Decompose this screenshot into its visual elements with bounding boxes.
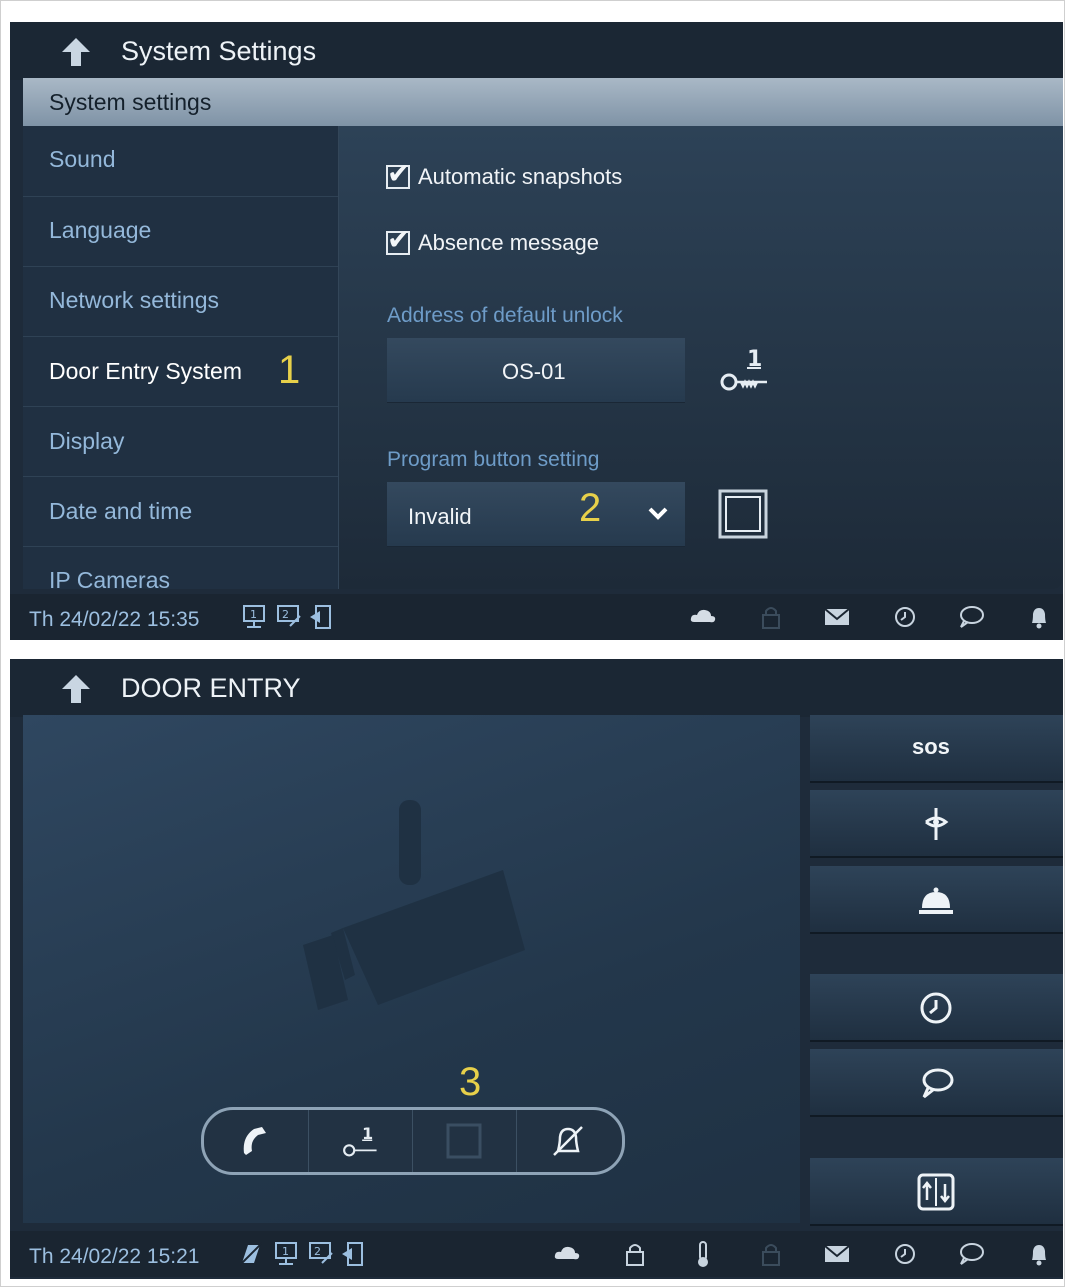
marker-1: 1 bbox=[278, 348, 301, 392]
elevator-icon bbox=[917, 1173, 955, 1211]
title-bar: System Settings bbox=[10, 22, 1063, 80]
menu-item-label: Date and time bbox=[49, 498, 193, 524]
cloud-icon bbox=[554, 1246, 580, 1260]
mute-button[interactable] bbox=[516, 1110, 620, 1172]
menu-item-label: Door Entry System bbox=[49, 358, 242, 384]
status-bar: Th 24/02/22 15:35 1 2 bbox=[10, 594, 1063, 640]
bell-icon[interactable] bbox=[1024, 602, 1054, 632]
menu-item-language[interactable]: Language bbox=[23, 196, 338, 267]
program-button[interactable] bbox=[412, 1110, 517, 1172]
title-bar: DOOR ENTRY bbox=[10, 659, 1063, 717]
menu-item-label: Network settings bbox=[49, 287, 220, 313]
phone-icon bbox=[243, 1127, 266, 1155]
program-button-label: Program button setting bbox=[387, 448, 600, 471]
settings-content: Sound Language Network settings Door Ent… bbox=[23, 126, 1063, 589]
screen-1-icon: 1 bbox=[243, 605, 265, 628]
unlock-button[interactable]: 1 bbox=[308, 1110, 413, 1172]
cloud-icon bbox=[690, 609, 716, 623]
marker-2: 2 bbox=[579, 486, 602, 530]
lock-disabled-icon bbox=[762, 1244, 780, 1266]
default-unlock-field[interactable]: OS-01 bbox=[387, 338, 685, 403]
subheader-label: System settings bbox=[49, 89, 212, 115]
program-button-icon bbox=[446, 1123, 482, 1159]
answer-call-button[interactable] bbox=[204, 1110, 309, 1172]
absence-message-label: Absence message bbox=[418, 230, 599, 255]
mute-icon bbox=[553, 1126, 583, 1156]
chat-icon[interactable] bbox=[956, 1239, 986, 1269]
doorbell-button[interactable] bbox=[810, 866, 1063, 934]
program-button-dropdown[interactable]: Invalid 2 bbox=[387, 482, 685, 547]
system-settings-screen: System Settings System settings Sound La… bbox=[10, 22, 1063, 640]
svg-text:2: 2 bbox=[314, 1245, 321, 1258]
menu-item-date-and-time[interactable]: Date and time bbox=[23, 476, 338, 547]
history-icon[interactable] bbox=[890, 602, 920, 632]
bell-icon[interactable] bbox=[1024, 1239, 1054, 1269]
doorbell-icon bbox=[919, 887, 953, 914]
svg-text:1: 1 bbox=[282, 1245, 289, 1258]
video-area: 3 1 bbox=[23, 715, 800, 1223]
history-icon bbox=[920, 992, 952, 1024]
screen-1-icon: 1 bbox=[275, 1242, 297, 1265]
menu-item-network-settings[interactable]: Network settings bbox=[23, 266, 338, 337]
menu-item-label: Sound bbox=[49, 146, 116, 172]
menu-item-sound[interactable]: Sound bbox=[23, 126, 338, 197]
svg-text:1: 1 bbox=[250, 608, 257, 621]
automatic-snapshots-checkbox[interactable] bbox=[386, 157, 410, 190]
default-unlock-label: Address of default unlock bbox=[387, 304, 623, 327]
screen-2-icon: 2 bbox=[309, 1242, 333, 1264]
history-icon[interactable] bbox=[890, 1239, 920, 1269]
call-control-bar: 1 bbox=[201, 1107, 625, 1175]
door-entry-screen: DOOR ENTRY 3 1 sos Th 24/02/22 15:21 1 2 bbox=[10, 659, 1063, 1279]
menu-item-label: IP Cameras bbox=[49, 567, 171, 589]
chat-icon[interactable] bbox=[956, 602, 986, 632]
menu-item-door-entry-system[interactable]: Door Entry System 1 bbox=[23, 336, 338, 407]
door-exit-icon bbox=[310, 605, 331, 629]
thermometer-icon bbox=[698, 1241, 708, 1267]
elevator-button[interactable] bbox=[810, 1158, 1063, 1226]
unlock-key-1-icon[interactable]: 1 bbox=[717, 344, 771, 394]
page-title: DOOR ENTRY bbox=[121, 673, 301, 703]
unlock-key-1-icon: 1 bbox=[343, 1124, 377, 1157]
no-disturb-icon bbox=[239, 1242, 263, 1266]
history-button[interactable] bbox=[810, 974, 1063, 1042]
camera-placeholder-icon bbox=[303, 800, 525, 1010]
program-button-value: Invalid bbox=[408, 504, 472, 529]
door-exit-icon bbox=[342, 1242, 363, 1266]
menu-item-ip-cameras[interactable]: IP Cameras bbox=[23, 546, 338, 589]
status-bar: Th 24/02/22 15:21 1 2 bbox=[10, 1231, 1063, 1277]
marker-3: 3 bbox=[459, 1060, 482, 1104]
fan-button[interactable] bbox=[810, 790, 1063, 858]
default-unlock-value: OS-01 bbox=[502, 359, 566, 384]
sos-label: sos bbox=[912, 734, 950, 759]
program-button-icon[interactable] bbox=[718, 489, 768, 539]
automatic-snapshots-label: Automatic snapshots bbox=[418, 164, 623, 189]
menu-item-label: Language bbox=[49, 217, 152, 243]
menu-item-display[interactable]: Display bbox=[23, 406, 338, 477]
mail-icon[interactable] bbox=[822, 602, 852, 632]
chevron-down-icon bbox=[648, 507, 668, 520]
mail-icon[interactable] bbox=[822, 1239, 852, 1269]
lock-icon[interactable] bbox=[620, 1239, 650, 1269]
status-datetime: Th 24/02/22 15:21 bbox=[29, 1245, 200, 1268]
back-arrow-icon[interactable] bbox=[58, 34, 94, 70]
sos-button[interactable]: sos bbox=[810, 715, 1063, 783]
lock-icon bbox=[762, 607, 780, 629]
back-arrow-icon[interactable] bbox=[58, 671, 94, 707]
fan-icon bbox=[925, 808, 949, 840]
svg-text:2: 2 bbox=[282, 608, 289, 621]
absence-message-checkbox[interactable] bbox=[386, 223, 410, 256]
page-title: System Settings bbox=[121, 36, 317, 66]
screen-2-icon: 2 bbox=[277, 605, 301, 627]
subheader: System settings bbox=[23, 78, 1063, 126]
settings-menu: Sound Language Network settings Door Ent… bbox=[23, 126, 339, 589]
menu-item-label: Display bbox=[49, 428, 125, 454]
message-button[interactable] bbox=[810, 1049, 1063, 1117]
status-datetime: Th 24/02/22 15:35 bbox=[29, 608, 200, 631]
chat-icon bbox=[922, 1068, 954, 1099]
